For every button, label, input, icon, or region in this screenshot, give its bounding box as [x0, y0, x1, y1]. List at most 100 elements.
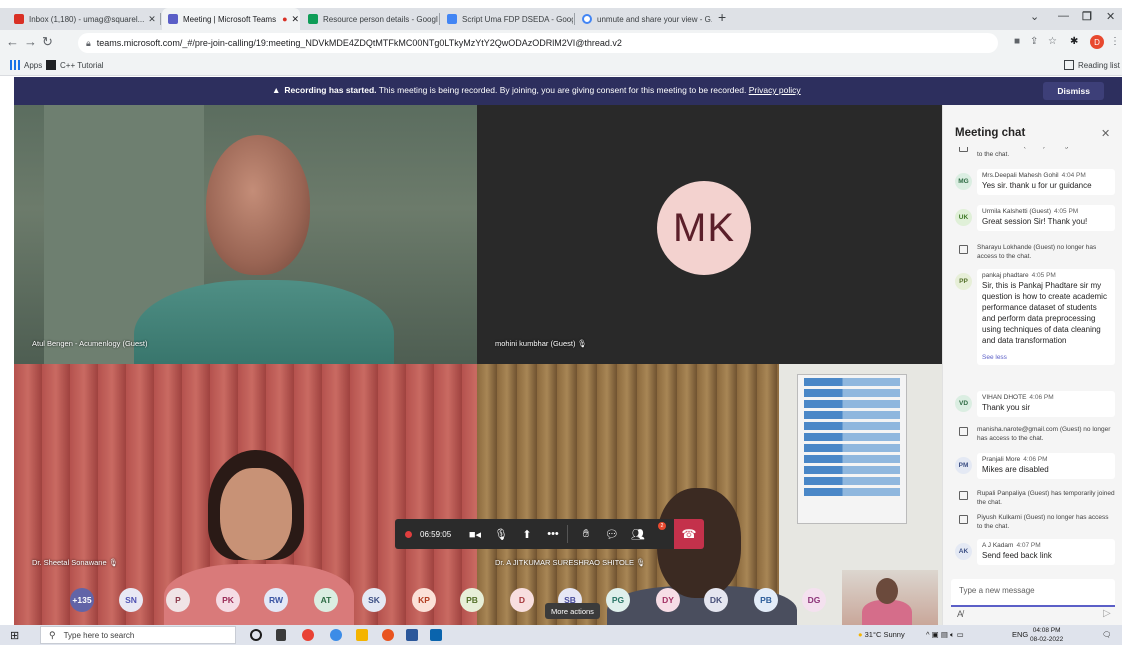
clock-time: 04:08 PM	[1032, 627, 1061, 634]
share-icon[interactable]: ⇪	[1030, 36, 1038, 47]
participant-avatar[interactable]: DY	[656, 588, 680, 612]
tab-search-chevron-icon[interactable]: ⌄	[1030, 10, 1039, 23]
participant-name-text: Dr. Sheetal Sonawane	[32, 558, 107, 567]
see-less-link[interactable]: See less	[982, 354, 1110, 361]
sender-avatar: UK	[955, 209, 972, 226]
self-view-video[interactable]	[842, 570, 938, 630]
participant-avatar[interactable]: PK	[216, 588, 240, 612]
new-tab-button[interactable]: +	[718, 9, 726, 25]
close-chat-icon[interactable]: ✕	[1101, 127, 1110, 140]
participant-avatar[interactable]: KP	[412, 588, 436, 612]
chat-message-list[interactable]: Vaidai Gaikwad (Guest) no longer has acc…	[943, 147, 1122, 585]
cortana-icon[interactable]	[250, 629, 262, 641]
bookmark-cpp-tutorial[interactable]: C++ Tutorial	[46, 60, 104, 70]
format-text-icon[interactable]: A̸	[957, 609, 963, 619]
message-header: pankaj phadtare 4:05 PM	[982, 272, 1110, 279]
share-content-button[interactable]: ⬆	[516, 519, 538, 549]
recording-indicator-icon	[405, 530, 412, 538]
tab-gmail[interactable]: Inbox (1,180) - umag@squarel... ✕	[8, 8, 158, 30]
participant-avatar[interactable]: PB	[754, 588, 778, 612]
participant-avatar[interactable]: SK	[362, 588, 386, 612]
search-placeholder: Type here to search	[63, 630, 135, 640]
self-head	[876, 578, 898, 604]
message-text: Yes sir. thank u for ur guidance	[982, 181, 1092, 190]
taskbar-search-box[interactable]: ⚲ Type here to search	[40, 626, 236, 644]
windows-start-icon[interactable]: ⊞	[10, 629, 19, 642]
close-tab-icon[interactable]: ✕	[144, 14, 156, 25]
sender-name: VIHAN DHOTE	[982, 394, 1027, 401]
address-bar[interactable]: 🔒︎ teams.microsoft.com/_#/pre-join-calli…	[78, 33, 998, 53]
participant-avatar[interactable]: AT	[314, 588, 338, 612]
participant-avatar[interactable]: DK	[704, 588, 728, 612]
participant-avatar[interactable]: RW	[264, 588, 288, 612]
participant-avatar[interactable]: PB	[460, 588, 484, 612]
chat-compose-box[interactable]: Type a new message	[951, 579, 1115, 607]
close-tab-icon[interactable]: ✕	[288, 14, 300, 25]
video-tile-mohini[interactable]: MK mohini kumbhar (Guest) 🎙︎	[477, 105, 942, 364]
tray-app-icon: ▣	[931, 630, 939, 639]
camera-toggle-button[interactable]: ■◂	[464, 519, 486, 549]
initials-avatar: MK	[657, 181, 751, 275]
browser-menu-icon[interactable]: ⋮	[1110, 36, 1120, 47]
video-tile-sheetal[interactable]: Dr. Sheetal Sonawane 🎙︎	[14, 364, 477, 625]
chrome-icon[interactable]	[302, 629, 314, 641]
privacy-policy-link[interactable]: Privacy policy	[749, 85, 801, 95]
tab-google-search[interactable]: unmute and share your view - G... ✕	[576, 8, 712, 30]
tab-title: unmute and share your view - G...	[597, 14, 712, 24]
teams-favicon-icon	[168, 14, 178, 24]
participant-avatar[interactable]: +135	[70, 588, 94, 612]
share-tray-icon: ⬆	[522, 528, 532, 541]
tab-resource-person[interactable]: Resource person details - Googl... ✕	[302, 8, 438, 30]
dismiss-button[interactable]: Dismiss	[1043, 82, 1104, 100]
restore-icon[interactable]: ❐	[1082, 10, 1092, 23]
edge-icon[interactable]	[330, 629, 342, 641]
wall-chart-poster	[797, 374, 907, 524]
reading-list-icon	[1064, 60, 1074, 70]
participant-avatar[interactable]: SN	[119, 588, 143, 612]
video-tile-atul[interactable]: Atul Bengen - Acumenlogy (Guest)	[14, 105, 477, 364]
reload-icon[interactable]: ↻	[42, 34, 53, 50]
task-view-icon[interactable]	[276, 629, 286, 641]
tab-script-doc[interactable]: Script Uma FDP DSEDA - Googl... ✕	[441, 8, 573, 30]
bookmark-apps[interactable]: Apps	[10, 60, 42, 70]
leave-chat-icon	[959, 147, 968, 152]
tab-teams-meeting[interactable]: Meeting | Microsoft Teams ● ✕	[162, 8, 300, 30]
forward-arrow-icon[interactable]: →	[24, 34, 37, 49]
profile-avatar[interactable]: D	[1090, 35, 1104, 49]
participant-avatar[interactable]: DG	[802, 588, 826, 612]
language-indicator[interactable]: ENG	[1012, 630, 1028, 639]
close-window-icon[interactable]: ✕	[1106, 10, 1115, 23]
word-icon[interactable]	[406, 629, 418, 641]
tray-icons[interactable]: ^ ▣ ▤ 🔈︎ ▭	[926, 630, 964, 640]
taskbar-clock[interactable]: 04:08 PM 08-02-2022	[1030, 626, 1063, 644]
participant-avatar[interactable]: D	[510, 588, 534, 612]
sun-icon: ●	[858, 630, 863, 639]
show-participants-button[interactable]: 👥︎	[627, 519, 649, 549]
more-actions-button[interactable]: •••	[542, 519, 564, 549]
control-divider	[567, 525, 568, 543]
message-text: Thank you sir	[982, 403, 1031, 412]
chrome-profile-icon[interactable]	[382, 629, 394, 641]
reading-list-button[interactable]: Reading list	[1064, 60, 1120, 70]
file-explorer-icon[interactable]	[356, 629, 368, 641]
raise-hand-button[interactable]: ✋︎	[575, 519, 597, 549]
poster-row	[804, 411, 900, 419]
message-time: 4:06 PM	[1029, 394, 1054, 401]
participant-avatar[interactable]: PG	[606, 588, 630, 612]
camera-in-use-icon[interactable]: ■	[1014, 36, 1020, 47]
notifications-icon[interactable]: 🗨︎	[1102, 630, 1112, 639]
hang-up-button[interactable]: ☎	[674, 519, 704, 549]
show-conversation-button[interactable]: 💬︎	[601, 519, 623, 549]
participant-avatar[interactable]: P	[166, 588, 190, 612]
minimize-icon[interactable]: —	[1058, 10, 1069, 22]
extensions-puzzle-icon[interactable]: ✱	[1070, 36, 1078, 47]
sender-avatar: MG	[955, 173, 972, 190]
bookmark-star-icon[interactable]: ☆	[1048, 36, 1057, 47]
back-arrow-icon[interactable]: ←	[6, 34, 19, 49]
send-message-icon[interactable]: ▷	[1103, 608, 1111, 619]
mic-toggle-button[interactable]: 🎙︎	[490, 519, 512, 549]
weather-widget[interactable]: ● 31°C Sunny	[858, 630, 905, 639]
tab-title: Inbox (1,180) - umag@squarel...	[29, 14, 145, 24]
photos-icon[interactable]	[430, 629, 442, 641]
plus-icon: +	[718, 9, 727, 25]
